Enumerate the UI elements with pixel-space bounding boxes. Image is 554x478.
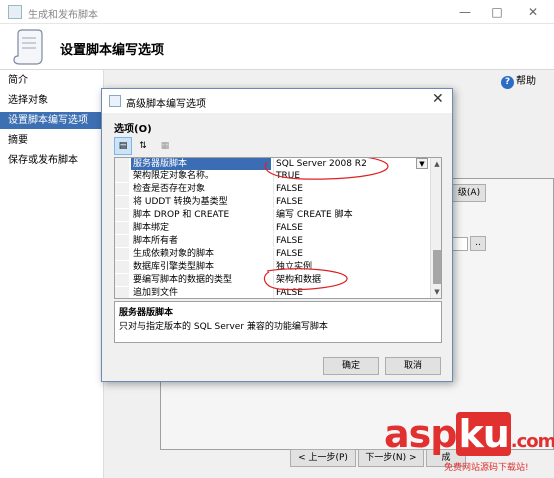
page-title: 设置脚本编写选项 — [60, 43, 165, 58]
dialog-title: 高级脚本编写选项 — [126, 99, 206, 110]
close-icon[interactable]: ✕ — [518, 2, 548, 22]
help-link[interactable]: ? 帮助 — [501, 72, 536, 89]
dialog-close-icon[interactable]: ✕ — [432, 91, 444, 107]
cancel-button[interactable]: 取消 — [385, 357, 441, 375]
maximize-icon[interactable]: □ — [482, 2, 512, 22]
window-titlebar: 生成和发布脚本 — □ ✕ — [0, 0, 554, 24]
help-icon: ? — [501, 76, 514, 89]
advanced-options-dialog: 高级脚本编写选项 ✕ 选项(O) ▤ ⇅ ▦ 服务器版脚本 SQL Server… — [101, 88, 453, 382]
browse-button[interactable]: .. — [470, 236, 486, 251]
dialog-icon — [109, 95, 121, 107]
watermark-subtitle: 免费网站源码下载站! — [444, 463, 529, 473]
nav-item-intro[interactable]: 简介 — [0, 72, 104, 89]
watermark-brand-c: .com — [510, 431, 554, 452]
minimize-icon[interactable]: — — [450, 2, 480, 22]
nav-item-save-publish[interactable]: 保存或发布脚本 — [0, 152, 104, 169]
nav-item-choose-objects[interactable]: 选择对象 — [0, 92, 104, 109]
annotation-ellipse-version — [264, 158, 389, 180]
watermark-brand-b: ku — [456, 412, 511, 456]
sort-alpha-icon[interactable]: ⇅ — [134, 137, 152, 155]
annotation-overlay — [263, 158, 389, 291]
dialog-titlebar: 高级脚本编写选项 ✕ — [102, 89, 452, 113]
script-scroll-icon — [13, 29, 43, 65]
watermark-logo: aspku .com — [384, 412, 554, 456]
annotation-ellipse-data-type — [263, 268, 348, 291]
file-path-input[interactable] — [452, 237, 468, 251]
wizard-nav: 简介 选择对象 设置脚本编写选项 摘要 保存或发布脚本 — [0, 70, 104, 478]
description-title: 服务器版脚本 — [119, 308, 174, 318]
property-pages-icon[interactable]: ▦ — [156, 137, 174, 155]
ok-button[interactable]: 确定 — [323, 357, 379, 375]
categorized-icon[interactable]: ▤ — [114, 137, 132, 155]
options-label: 选项(O) — [114, 124, 152, 135]
help-label: 帮助 — [516, 76, 536, 87]
window-title: 生成和发布脚本 — [28, 10, 98, 21]
property-toolbar: ▤ ⇅ ▦ — [112, 137, 182, 157]
advanced-button[interactable]: 级(A) — [452, 184, 486, 202]
nav-item-set-options[interactable]: 设置脚本编写选项 — [0, 112, 104, 129]
app-icon — [8, 5, 22, 19]
wizard-header: 设置脚本编写选项 — [0, 24, 554, 70]
property-grid: 服务器版脚本 SQL Server 2008 R2 ▼ 架构限定对象名称。 TRU… — [114, 157, 442, 299]
description-text: 只对与指定版本的 SQL Server 兼容的功能编写脚本 — [119, 322, 328, 332]
previous-button[interactable]: < 上一步(P) — [290, 449, 356, 467]
nav-item-summary[interactable]: 摘要 — [0, 132, 104, 149]
description-pane: 服务器版脚本 只对与指定版本的 SQL Server 兼容的功能编写脚本 — [114, 301, 442, 343]
watermark-brand-a: asp — [384, 412, 457, 456]
